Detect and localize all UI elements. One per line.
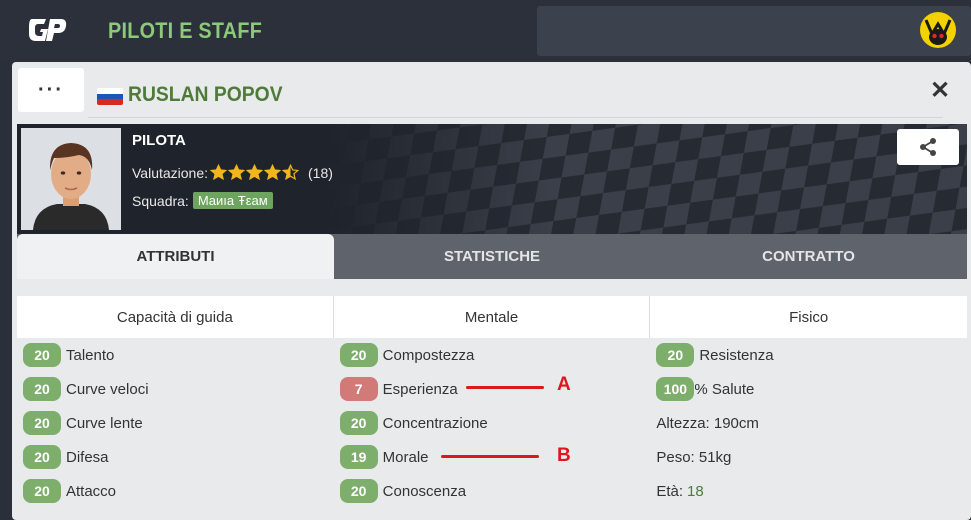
gp-logo[interactable] [28, 15, 68, 45]
attribute-row: 20 Compostezza [339, 338, 651, 372]
star-icon [210, 164, 228, 181]
driver-photo [21, 128, 121, 230]
attribute-label: Difesa [66, 448, 109, 466]
team-label: Squadra: [132, 192, 189, 209]
attribute-label: Talento [66, 346, 115, 364]
user-avatar-icon[interactable] [918, 10, 958, 50]
driver-header: RUSLAN POPOV [88, 68, 943, 118]
attribute-label: Curve veloci [66, 380, 149, 398]
mental-column: 20 Compostezza 7 Esperienza 20 Concentrazio… [334, 338, 651, 508]
russia-flag-icon [97, 88, 123, 105]
attributes-table: Capacità di guida Mentale Fisico 20 Talen… [17, 296, 967, 520]
tab-contratto[interactable]: CONTRATTO [650, 234, 967, 279]
annotation-line-a [466, 386, 544, 389]
attribute-label: Curve lente [66, 414, 143, 432]
header-driving: Capacità di guida [17, 296, 334, 338]
share-button[interactable] [897, 129, 959, 165]
height-row: Altezza: 190cm [656, 414, 759, 432]
attribute-value: 20 [339, 479, 378, 503]
rating-label: Valutazione: [132, 164, 209, 181]
attribute-value: 20 [23, 479, 61, 503]
close-button[interactable]: ✕ [930, 76, 950, 105]
annotation-label-b: B [557, 445, 571, 466]
page-title: PILOTI E STAFF [108, 18, 263, 43]
attribute-label: Esperienza [382, 380, 458, 398]
driver-name: RUSLAN POPOV [128, 83, 283, 106]
star-icon [264, 164, 282, 181]
star-icon [282, 164, 300, 181]
tab-bar: ATTRIBUTI STATISTICHE CONTRATTO [17, 234, 967, 279]
age-value: 18 [687, 482, 704, 500]
attribute-row: 20 Curve veloci [23, 372, 334, 406]
attribute-value: 19 [339, 445, 378, 469]
share-icon [920, 138, 936, 156]
profile-banner: PILOTA Valutazione: (18) Squadra: Маиıа … [17, 124, 967, 234]
header-physical: Fisico [789, 308, 829, 326]
attribute-value: 7 [339, 377, 378, 401]
attribute-value: 20 [656, 343, 695, 367]
checkered-flag-background [327, 124, 967, 234]
team-row: Squadra: Маиıа Ŧεaм [132, 192, 273, 209]
health-value: 100 [656, 377, 695, 401]
rating-count: (18) [308, 164, 333, 181]
attribute-label: Concentrazione [382, 414, 488, 432]
attribute-row: 20 Difesa [23, 440, 334, 474]
annotation-label-a: A [557, 374, 571, 395]
attribute-value: 20 [23, 445, 61, 469]
more-options-button[interactable]: ··· [18, 68, 84, 112]
top-search-area[interactable] [537, 6, 971, 56]
age-label: Età: [656, 482, 684, 500]
attribute-value: 20 [339, 411, 378, 435]
attribute-value: 20 [339, 343, 378, 367]
tab-attributi[interactable]: ATTRIBUTI [17, 234, 334, 279]
attribute-label: Morale [382, 448, 429, 466]
driver-modal: ··· RUSLAN POPOV ✕ PILOTA Valutazione: (… [12, 62, 971, 520]
attribute-row: 7 Esperienza [339, 372, 651, 406]
weight-row: Peso: 51kg [656, 448, 732, 466]
annotation-line-b [441, 455, 539, 458]
star-icon [246, 164, 264, 181]
attribute-label: Compostezza [382, 346, 475, 364]
team-badge[interactable]: Маиıа Ŧεaм [192, 192, 273, 209]
attribute-row: 20 Attacco [23, 474, 334, 508]
attributes-header: Capacità di guida Mentale Fisico [17, 296, 967, 338]
age-row: Età: 18 [656, 474, 967, 508]
header-mental: Mentale [334, 296, 651, 338]
attribute-row: 20 Resistenza [656, 338, 967, 372]
attribute-row: 100% Salute [656, 372, 967, 406]
attribute-value: 20 [23, 377, 61, 401]
attribute-row: 20 Talento [23, 338, 334, 372]
attribute-label: Conoscenza [382, 482, 467, 500]
driving-column: 20 Talento 20 Curve veloci 20 Curve lente 2… [17, 338, 334, 508]
driver-role: PILOTA [132, 132, 186, 149]
health-label: % Salute [694, 380, 755, 398]
tab-statistiche[interactable]: STATISTICHE [334, 234, 650, 279]
physical-column: 20 Resistenza 100% Salute Altezza: 190cm … [650, 338, 967, 508]
attribute-label: Attacco [66, 482, 117, 500]
rating-stars [210, 164, 300, 181]
attribute-row: 20 Concentrazione [339, 406, 651, 440]
attribute-row: 20 Conoscenza [339, 474, 651, 508]
star-icon [228, 164, 246, 181]
attribute-label: Resistenza [699, 346, 774, 364]
attribute-value: 20 [23, 411, 61, 435]
attribute-row: 20 Curve lente [23, 406, 334, 440]
top-bar: PILOTI E STAFF [0, 0, 971, 62]
rating-row: Valutazione: (18) [132, 164, 333, 181]
attribute-value: 20 [23, 343, 61, 367]
